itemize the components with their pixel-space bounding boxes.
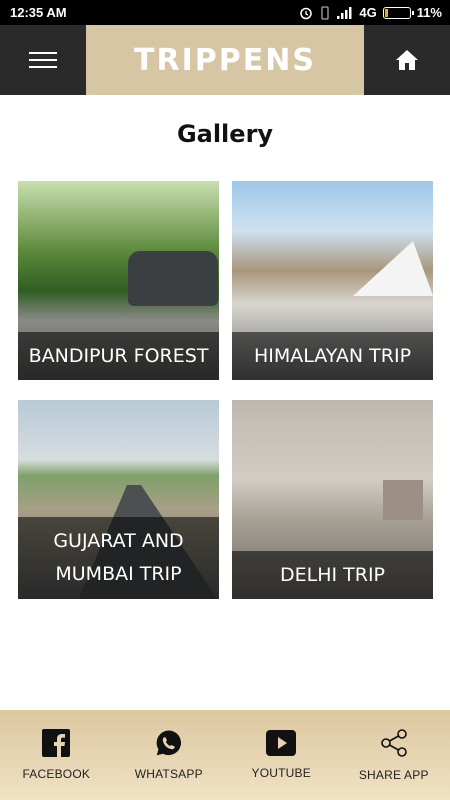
social-footer: FACEBOOK WHATSAPP YOUTUBE SHARE APP [0, 710, 450, 800]
gallery-photo [353, 241, 433, 296]
gallery-item-caption: GUJARAT AND MUMBAI TRIP [18, 517, 219, 599]
gallery-item-caption: HIMALAYAN TRIP [232, 332, 433, 380]
page-title: Gallery [176, 120, 274, 148]
status-time: 12:35 AM [10, 5, 67, 20]
hamburger-menu-icon [29, 52, 57, 68]
share-app-button[interactable]: SHARE APP [338, 710, 450, 800]
gallery-item-caption: DELHI TRIP [232, 551, 433, 599]
gallery-item-gujarat-mumbai-trip[interactable]: GUJARAT AND MUMBAI TRIP [18, 400, 219, 599]
footer-label: FACEBOOK [22, 767, 91, 781]
gallery-item-delhi-trip[interactable]: DELHI TRIP [232, 400, 433, 599]
vibrate-icon [319, 5, 331, 20]
menu-button[interactable] [0, 25, 86, 95]
gallery-photo [128, 251, 218, 306]
footer-label: WHATSAPP [134, 767, 203, 781]
youtube-icon [266, 730, 297, 756]
caption-line: MUMBAI TRIP [55, 563, 182, 585]
whatsapp-icon [156, 730, 181, 756]
facebook-icon [42, 729, 71, 757]
status-icons: 4G 11% [299, 5, 442, 20]
gallery-photo [383, 480, 423, 520]
alarm-icon [299, 6, 313, 20]
share-icon [380, 729, 407, 757]
app-header: TRIPPENS [0, 25, 450, 95]
status-bar: 12:35 AM 4G 11% [0, 0, 450, 25]
gallery-item-caption: BANDIPUR FOREST [18, 332, 219, 380]
caption-line: GUJARAT AND [53, 530, 184, 552]
youtube-button[interactable]: YOUTUBE [225, 710, 338, 800]
footer-label: SHARE APP [358, 768, 429, 782]
facebook-button[interactable]: FACEBOOK [0, 710, 113, 800]
battery-icon [382, 6, 414, 19]
home-icon [396, 50, 418, 70]
whatsapp-button[interactable]: WHATSAPP [113, 710, 226, 800]
gallery-item-himalayan-trip[interactable]: HIMALAYAN TRIP [232, 181, 433, 380]
brand-banner: TRIPPENS [86, 25, 364, 95]
footer-label: YOUTUBE [251, 766, 311, 780]
gallery-item-bandipur-forest[interactable]: BANDIPUR FOREST [18, 181, 219, 380]
battery-fill [384, 8, 388, 17]
home-button[interactable] [364, 25, 450, 95]
signal-icon [337, 6, 353, 19]
network-type: 4G [359, 5, 377, 20]
battery-percent: 11% [416, 5, 442, 20]
brand-logo: TRIPPENS [134, 42, 316, 78]
